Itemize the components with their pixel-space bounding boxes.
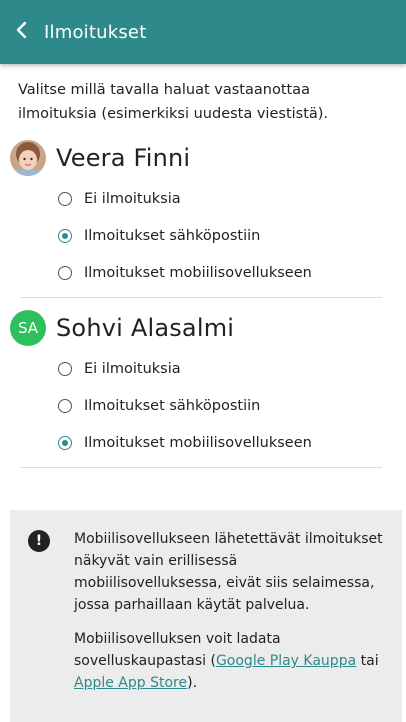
- info-paragraph: Mobiilisovellukseen lähetettävät ilmoitu…: [74, 531, 383, 613]
- avatar: SA: [10, 310, 46, 346]
- option-no-notifications[interactable]: Ei ilmoituksia: [58, 180, 392, 217]
- person-name: Veera Finni: [56, 144, 191, 172]
- radio-button-selected[interactable]: [58, 228, 72, 243]
- radio-button[interactable]: [58, 361, 72, 376]
- exclamation-icon: !: [28, 530, 50, 552]
- option-label: Ilmoitukset sähköpostiin: [84, 227, 261, 244]
- avatar: [10, 140, 46, 176]
- option-no-notifications[interactable]: Ei ilmoituksia: [58, 350, 392, 387]
- person-veera: Veera Finni Ei ilmoituksia Ilmoitukset s…: [0, 136, 406, 298]
- person-sohvi: SA Sohvi Alasalmi Ei ilmoituksia Ilmoitu…: [0, 306, 406, 468]
- chevron-left-icon: [12, 20, 32, 44]
- radio-button-selected[interactable]: [58, 435, 72, 450]
- google-play-link[interactable]: Google Play Kauppa: [216, 653, 356, 669]
- option-label: Ei ilmoituksia: [84, 360, 181, 377]
- divider: [20, 467, 382, 468]
- info-text: Mobiilisovellukseen lähetettävät ilmoitu…: [74, 528, 388, 722]
- option-email-notifications[interactable]: Ilmoitukset sähköpostiin: [58, 387, 392, 424]
- notification-options: Ei ilmoituksia Ilmoitukset sähköpostiin …: [10, 350, 392, 461]
- option-label: Ilmoitukset mobiilisovellukseen: [84, 434, 312, 451]
- person-name: Sohvi Alasalmi: [56, 314, 235, 342]
- app-store-link[interactable]: Apple App Store: [74, 675, 187, 691]
- radio-button[interactable]: [58, 191, 72, 206]
- option-label: Ei ilmoituksia: [84, 190, 181, 207]
- option-mobile-notifications[interactable]: Ilmoitukset mobiilisovellukseen: [58, 254, 392, 291]
- back-button[interactable]: [0, 0, 44, 64]
- divider: [20, 297, 382, 298]
- option-mobile-notifications[interactable]: Ilmoitukset mobiilisovellukseen: [58, 424, 392, 461]
- option-label: Ilmoitukset mobiilisovellukseen: [84, 264, 312, 281]
- info-box: ! Mobiilisovellukseen lähetettävät ilmoi…: [10, 510, 402, 722]
- radio-button[interactable]: [58, 265, 72, 280]
- radio-button[interactable]: [58, 398, 72, 413]
- page-title: Ilmoitukset: [44, 21, 147, 43]
- option-email-notifications[interactable]: Ilmoitukset sähköpostiin: [58, 217, 392, 254]
- app-header: Ilmoitukset: [0, 0, 406, 64]
- option-label: Ilmoitukset sähköpostiin: [84, 397, 261, 414]
- notification-options: Ei ilmoituksia Ilmoitukset sähköpostiin …: [10, 180, 392, 291]
- info-paragraph: Mobiilisovelluksen voit ladata sovellusk…: [74, 631, 379, 691]
- intro-text: Valitse millä tavalla haluat vastaanotta…: [18, 82, 329, 122]
